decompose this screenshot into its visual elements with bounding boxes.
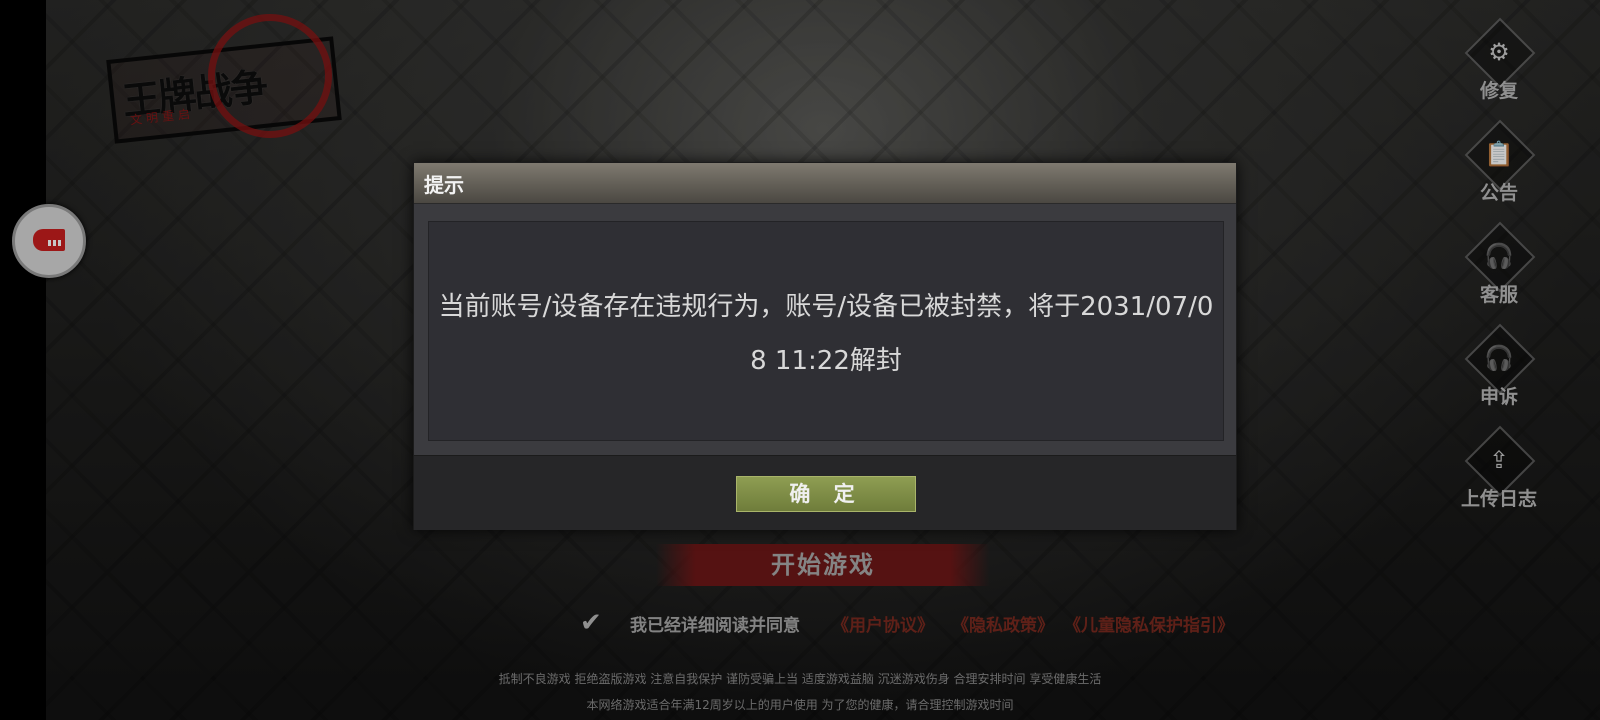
ban-notice-dialog: 提示 当前账号/设备存在违规行为，账号/设备已被封禁，将于2031/07/08 … [413, 162, 1237, 530]
dialog-body: 当前账号/设备存在违规行为，账号/设备已被封禁，将于2031/07/08 11:… [428, 221, 1224, 441]
confirm-button[interactable]: 确 定 [736, 476, 916, 512]
dialog-footer: 确 定 [414, 455, 1236, 530]
dialog-title: 提示 [424, 173, 464, 197]
dialog-message: 当前账号/设备存在违规行为，账号/设备已被封禁，将于2031/07/08 11:… [438, 292, 1214, 376]
dialog-header: 提示 [414, 163, 1236, 204]
